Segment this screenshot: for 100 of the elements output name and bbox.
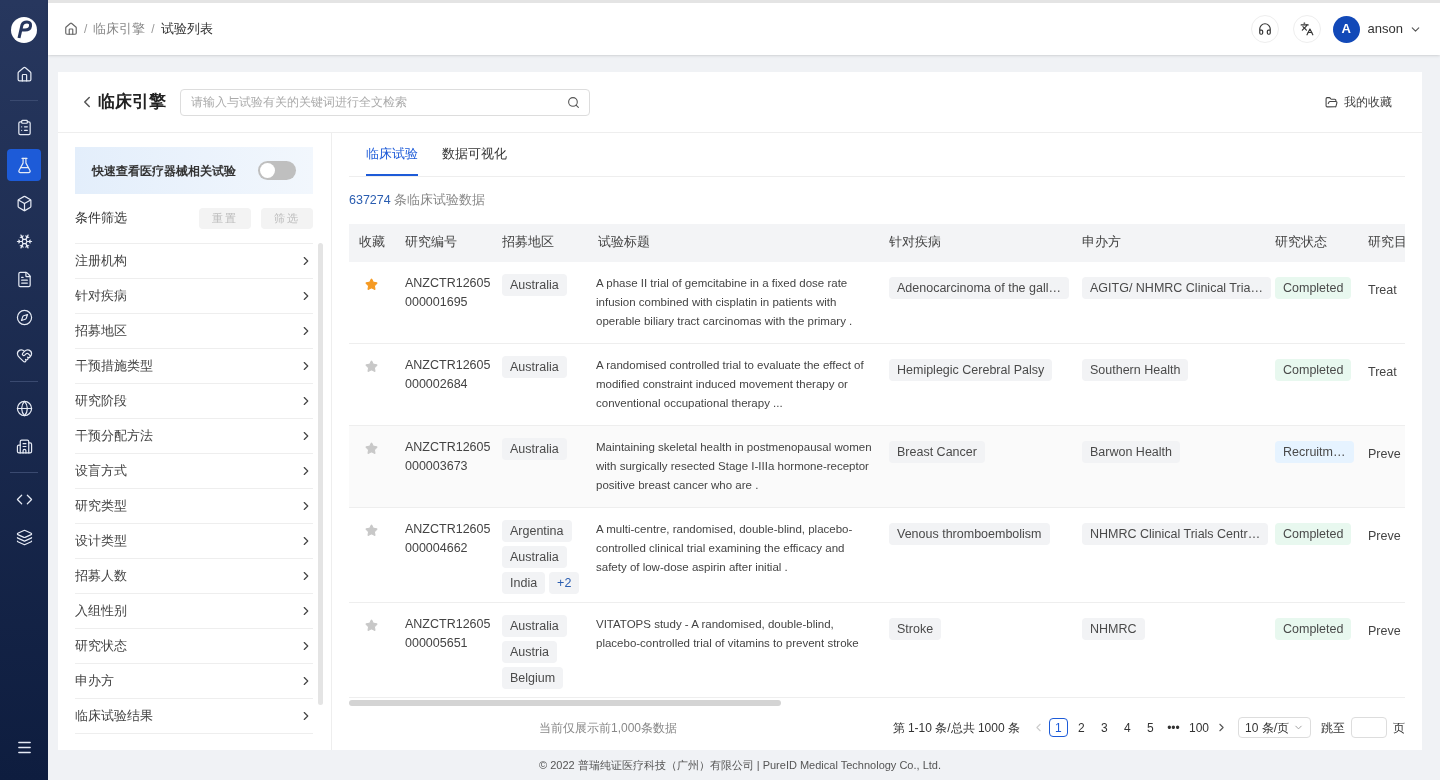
search-field[interactable]: 请输入与试验有关的关键词进行全文检索 — [180, 88, 590, 116]
breadcrumb-separator: / — [151, 21, 155, 38]
study-id: ANZCTR12605 — [405, 274, 492, 292]
page-button[interactable]: 2 — [1071, 718, 1091, 738]
filter-item[interactable]: 入组性别 — [75, 594, 313, 629]
study-id: 000003673 — [405, 457, 469, 475]
study-id: ANZCTR12605 — [405, 438, 492, 456]
trial-title: A phase II trial of gemcitabine in a fixed dose rate infusion combined with cisplatin in patients with operable biliary tract carcinomas with the primary . — [596, 275, 854, 329]
sponsor-tag: AGITG/ NHMRC Clinical Tria… — [1082, 276, 1271, 299]
column-header: 研究目 — [1362, 223, 1405, 262]
snowflake-icon — [15, 232, 33, 250]
star-icon[interactable] — [365, 277, 378, 291]
filter-item[interactable]: 研究阶段 — [75, 384, 313, 419]
filter-item[interactable]: 招募地区 — [75, 314, 313, 349]
scrollbar[interactable] — [349, 699, 781, 706]
filter-item[interactable]: 设计类型 — [75, 524, 313, 559]
table-cell: Preve — [1368, 623, 1401, 638]
home-icon[interactable] — [64, 22, 78, 36]
study-id: 000002684 — [405, 375, 469, 393]
study-id: ANZCTR12605 — [405, 520, 492, 538]
disease-tag: Adenocarcinoma of the gall… — [889, 276, 1069, 299]
filter-item[interactable]: 设盲方式 — [75, 454, 313, 489]
sponsor-tag: Southern Health — [1082, 358, 1189, 381]
logo — [10, 16, 38, 44]
notice-text: 当前仅展示前1,000条数据 — [539, 719, 678, 737]
flask-icon — [15, 156, 33, 174]
region-tag: Austria — [502, 640, 557, 663]
tab[interactable]: 数据可视化 — [442, 145, 507, 176]
search-icon[interactable] — [567, 95, 580, 109]
folder-icon[interactable] — [1325, 95, 1338, 109]
filter-item[interactable]: 干预分配方法 — [75, 419, 313, 454]
region-tag: Australia — [502, 545, 567, 568]
region-tag: Australia — [502, 614, 567, 637]
more-tag: +2 — [549, 571, 580, 594]
page-button[interactable]: 5 — [1140, 718, 1160, 738]
page-input[interactable] — [1351, 717, 1387, 739]
scrollbar[interactable] — [318, 243, 323, 705]
filter-item[interactable]: 研究类型 — [75, 489, 313, 524]
page-button[interactable]: 3 — [1094, 718, 1114, 738]
toggle-label: 快速查看医疗器械相关试验 — [92, 162, 236, 180]
column-header: 研究编号 — [395, 223, 492, 262]
filter-item[interactable]: 临床试验结果 — [75, 699, 313, 734]
pagination-summary: 第 1-10 条/总共 1000 条 — [892, 719, 1020, 737]
tab[interactable]: 临床试验 — [366, 145, 418, 176]
status-tag: Completed — [1275, 522, 1352, 545]
region-tag: Belgium — [502, 666, 564, 689]
page-button[interactable]: 4 — [1117, 718, 1137, 738]
headset-icon — [1257, 22, 1272, 36]
favorites-link[interactable]: 我的收藏 — [1344, 93, 1392, 111]
page-size-select[interactable]: 10 条/页 — [1238, 717, 1311, 739]
footer-text: © 2022 普瑞纯证医疗科技（广州）有限公司 | PureID Medical Technology Co., Ltd. — [539, 757, 941, 773]
sponsor-tag: NHMRC Clinical Trials Centr… — [1082, 522, 1269, 545]
column-header: 针对疾病 — [879, 223, 1072, 262]
page-button[interactable]: 100 — [1186, 718, 1211, 738]
filter-item[interactable]: 针对疾病 — [75, 279, 313, 314]
star-icon[interactable] — [365, 618, 378, 632]
cube-icon — [15, 194, 33, 212]
table-cell: Preve — [1368, 528, 1401, 543]
filter-item[interactable]: 注册机构 — [75, 244, 313, 279]
jump-suffix: 页 — [1393, 719, 1405, 737]
table-cell: Preve — [1368, 446, 1401, 461]
filter-item[interactable]: 申办方 — [75, 664, 313, 699]
nav-item[interactable] — [7, 149, 41, 181]
star-icon[interactable] — [365, 359, 378, 373]
star-icon[interactable] — [365, 523, 378, 537]
trial-title: VITATOPS study - A randomised, double-blind, placebo-controlled trial of vitamins to prevent stroke — [596, 616, 860, 651]
star-icon[interactable] — [365, 441, 378, 455]
column-header: 申办方 — [1072, 223, 1265, 262]
disease-tag: Venous thromboembolism — [889, 522, 1050, 545]
study-id: ANZCTR12605 — [405, 356, 492, 374]
column-header: 研究状态 — [1265, 223, 1362, 262]
compass-icon — [15, 308, 33, 326]
region-tag: Argentina — [502, 519, 572, 542]
disease-tag: Hemiplegic Cerebral Palsy — [889, 358, 1053, 381]
layers-icon — [15, 528, 33, 546]
filter-item[interactable]: 招募人数 — [75, 559, 313, 594]
disease-tag: Breast Cancer — [889, 440, 985, 463]
breadcrumb-link[interactable]: 临床引擎 — [93, 19, 146, 39]
filter-item[interactable]: 研究状态 — [75, 629, 313, 664]
document-icon — [15, 270, 33, 288]
trial-title: A multi-centre, randomised, double-blind, placebo-controlled clinical trial examining the efficacy and safety of low-dose aspirin after initial . — [596, 521, 854, 575]
toggle-switch[interactable] — [258, 161, 296, 180]
study-id: 000001695 — [405, 293, 469, 311]
filter-item[interactable]: 干预措施类型 — [75, 349, 313, 384]
filter-title: 条件筛选 — [75, 210, 127, 228]
region-tag: Australia — [502, 437, 567, 460]
user-name[interactable]: anson — [1367, 19, 1403, 39]
sponsor-tag: Barwon Health — [1082, 440, 1180, 463]
avatar[interactable]: A — [1332, 15, 1360, 43]
home-icon — [15, 65, 33, 83]
breadcrumb-separator: / — [84, 21, 88, 38]
study-id: 000004662 — [405, 539, 469, 557]
sponsor-tag: NHMRC — [1082, 617, 1145, 640]
column-header: 招募地区 — [492, 223, 588, 262]
page-button[interactable]: ••• — [1163, 718, 1183, 738]
status-tag: Completed — [1275, 358, 1352, 381]
result-count: 637274 条临床试验数据 — [349, 192, 487, 209]
page-button[interactable]: 1 — [1048, 718, 1068, 738]
collapse-menu-icon[interactable] — [15, 739, 33, 756]
column-header: 试验标题 — [588, 223, 879, 262]
